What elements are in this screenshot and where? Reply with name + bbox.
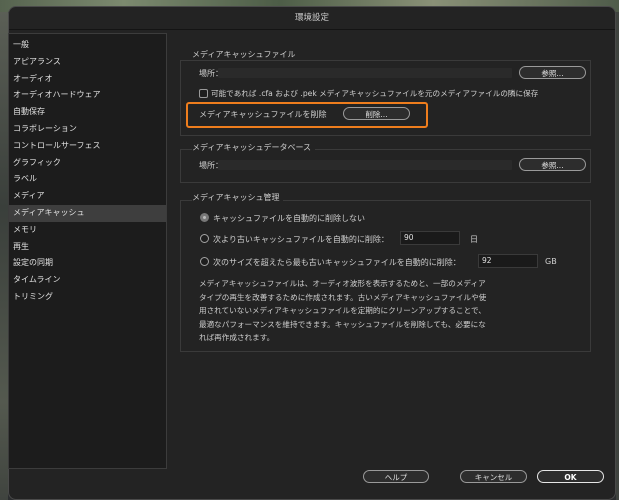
size-gb-input[interactable]: 92 xyxy=(478,254,538,268)
description-line: 最適なパフォーマンスを維持できます。キャッシュファイルを削除しても、必要にな xyxy=(199,319,486,329)
save-next-to-originals-label: 可能であれば .cfa および .pek メディアキャッシュファイルを元のメディ… xyxy=(211,89,539,98)
older-than-days-input[interactable]: 90 xyxy=(400,231,460,245)
sidebar-item-general[interactable]: 一般 xyxy=(9,37,166,54)
sidebar-item-media[interactable]: メディア xyxy=(9,188,166,205)
description-line: 用されていないメディアキャッシュファイルを定期的にクリーンアップすることで、 xyxy=(199,306,486,315)
delete-highlight-box xyxy=(186,102,428,128)
older-than-unit: 日 xyxy=(470,235,478,244)
cancel-button[interactable]: キャンセル xyxy=(460,470,527,483)
description-line: れば再作成されます。 xyxy=(199,333,275,342)
sidebar-item-audio[interactable]: オーディオ xyxy=(9,71,166,88)
save-next-to-originals-checkbox[interactable] xyxy=(199,89,208,98)
no-delete-radio[interactable] xyxy=(200,213,209,222)
media-cache-files-title: メディアキャッシュファイル xyxy=(192,49,300,60)
media-cache-database-title: メディアキャッシュデータベース xyxy=(192,142,316,153)
description-line: メディアキャッシュファイルは、オーディオ波形を表示するためと、一部のメディア xyxy=(199,279,486,288)
sidebar-item-sync-settings[interactable]: 設定の同期 xyxy=(9,255,166,272)
ok-button[interactable]: OK xyxy=(537,470,604,483)
older-than-label: 次より古いキャッシュファイルを自動的に削除： xyxy=(213,235,389,244)
sidebar-item-auto-save[interactable]: 自動保存 xyxy=(9,104,166,121)
media-cache-description: メディアキャッシュファイルは、オーディオ波形を表示するためと、一部のメディア タ… xyxy=(199,277,535,345)
media-cache-management-title: メディアキャッシュ管理 xyxy=(192,192,284,203)
sidebar-item-control-surface[interactable]: コントロールサーフェス xyxy=(9,138,166,155)
cache-database-location-path xyxy=(218,160,512,170)
sidebar-item-trimming[interactable]: トリミング xyxy=(9,289,166,306)
exceeds-size-radio[interactable] xyxy=(200,257,209,266)
sidebar-item-appearance[interactable]: アピアランス xyxy=(9,54,166,71)
older-than-radio[interactable] xyxy=(200,234,209,243)
help-button[interactable]: ヘルプ xyxy=(363,470,429,483)
size-unit: GB xyxy=(545,257,557,266)
window-title: 環境設定 xyxy=(9,7,615,30)
cache-database-browse-button[interactable]: 参照... xyxy=(519,158,586,171)
cache-files-location-path xyxy=(218,68,512,78)
cache-files-browse-button[interactable]: 参照... xyxy=(519,66,586,79)
sidebar-item-memory[interactable]: メモリ xyxy=(9,222,166,239)
sidebar-item-graphics[interactable]: グラフィック xyxy=(9,155,166,172)
sidebar-item-collaboration[interactable]: コラボレーション xyxy=(9,121,166,138)
desktop-background-left xyxy=(0,12,8,500)
sidebar-item-timeline[interactable]: タイムライン xyxy=(9,272,166,289)
exceeds-size-label: 次のサイズを超えたら最も古いキャッシュファイルを自動的に削除： xyxy=(213,258,461,267)
sidebar-item-playback[interactable]: 再生 xyxy=(9,239,166,256)
description-line: タイプの再生を改善するために作成されます。古いメディアキャッシュファイルや使 xyxy=(199,292,487,302)
no-delete-label: キャッシュファイルを自動的に削除しない xyxy=(213,214,365,223)
sidebar-item-labels[interactable]: ラベル xyxy=(9,171,166,188)
sidebar-item-audio-hardware[interactable]: オーディオハードウェア xyxy=(9,87,166,104)
preferences-sidebar: 一般 アピアランス オーディオ オーディオハードウェア 自動保存 コラボレーショ… xyxy=(8,33,167,469)
sidebar-item-media-cache[interactable]: メディアキャッシュ xyxy=(9,204,166,222)
